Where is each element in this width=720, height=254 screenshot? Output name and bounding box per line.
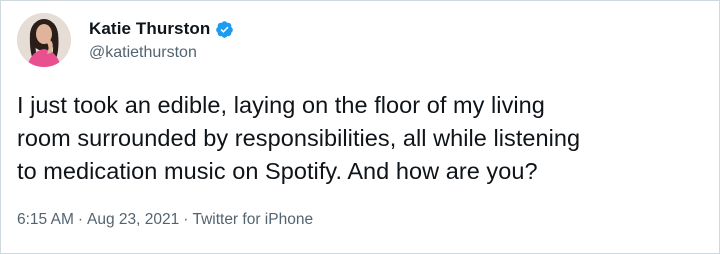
tweet-card: Katie Thurston @katiethurston I just too… <box>0 0 720 254</box>
tweet-time[interactable]: 6:15 AM <box>17 211 74 229</box>
meta-separator: · <box>183 211 189 228</box>
tweet-meta: 6:15 AM · Aug 23, 2021 · Twitter for iPh… <box>17 211 313 229</box>
display-name[interactable]: Katie Thurston <box>89 19 210 39</box>
tweet-source[interactable]: Twitter for iPhone <box>192 211 313 229</box>
tweet-text: I just took an edible, laying on the flo… <box>17 92 581 184</box>
verified-badge-icon <box>215 20 234 39</box>
profile-photo-icon <box>17 13 71 67</box>
tweet-date[interactable]: Aug 23, 2021 <box>87 211 179 229</box>
tweet-header: Katie Thurston @katiethurston <box>17 13 234 67</box>
handle[interactable]: @katiethurston <box>89 44 234 62</box>
name-row: Katie Thurston <box>89 17 234 41</box>
meta-separator: · <box>77 211 84 228</box>
avatar[interactable] <box>17 13 71 67</box>
author-info: Katie Thurston @katiethurston <box>89 17 234 62</box>
